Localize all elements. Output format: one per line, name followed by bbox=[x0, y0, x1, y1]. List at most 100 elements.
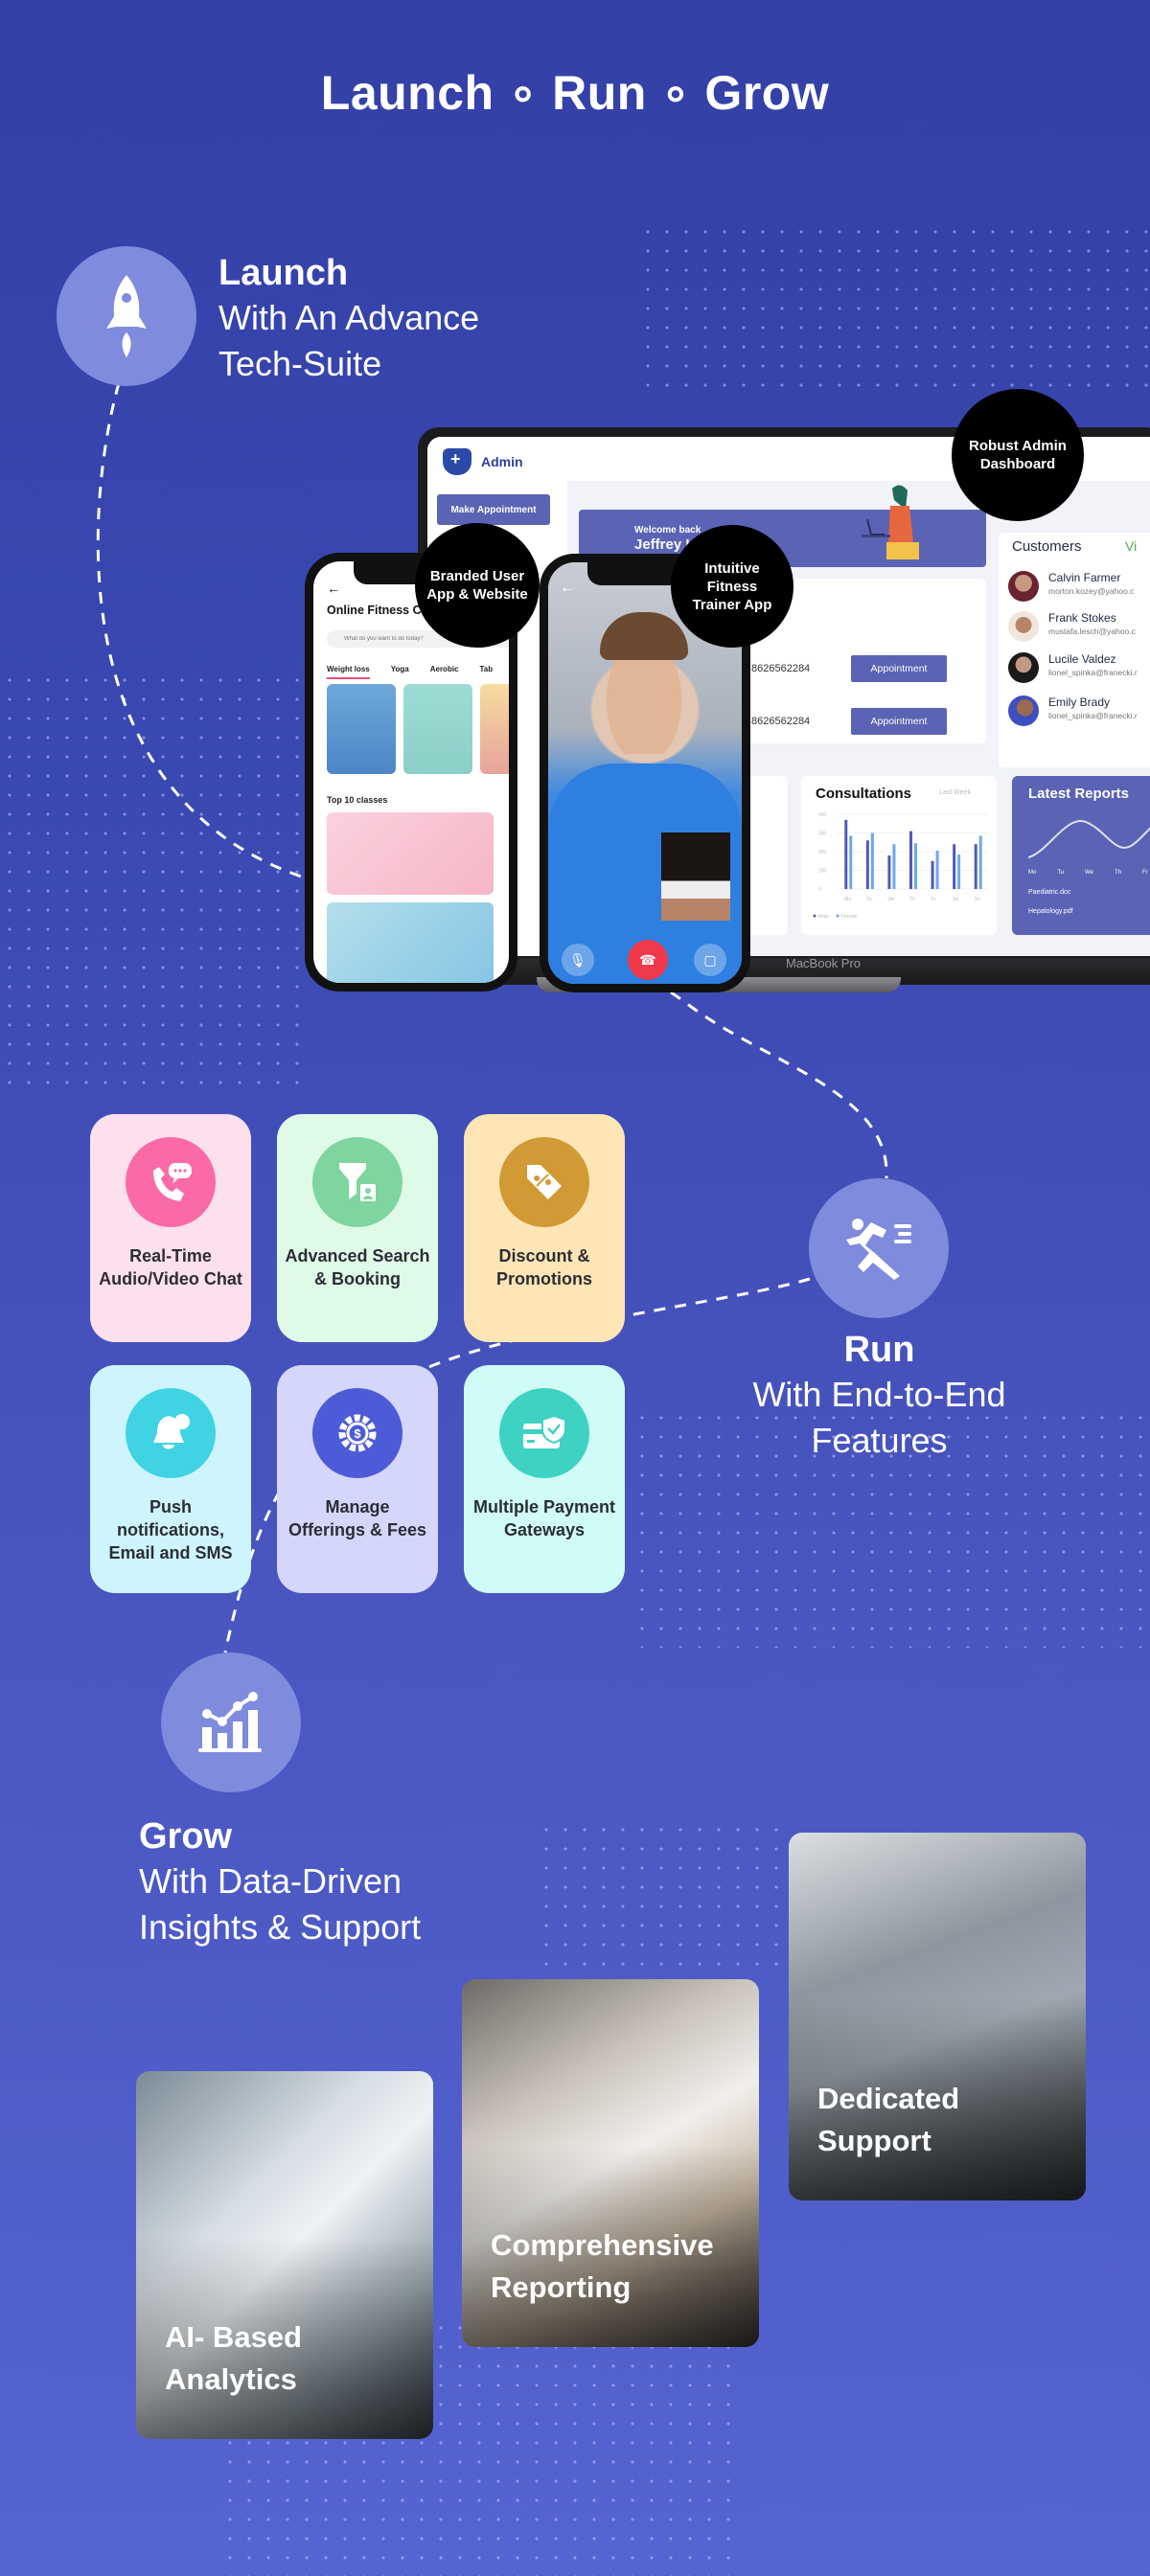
reports-title: Latest Reports bbox=[1028, 786, 1130, 802]
grow-heading: Grow With Data-Driven Insights & Support bbox=[139, 1814, 421, 1950]
tab-weight-loss[interactable]: Weight loss bbox=[327, 665, 370, 679]
reports-day-axis: Mo Tu We Th Fr bbox=[1028, 870, 1148, 876]
run-subtitle-2: Features bbox=[811, 1421, 948, 1460]
card-label: AI- Based Analytics bbox=[165, 2320, 302, 2396]
bar-male bbox=[865, 840, 869, 889]
growth-chart-icon bbox=[198, 1692, 262, 1752]
grow-subtitle-2: Insights & Support bbox=[139, 1907, 422, 1947]
admin-brand: Admin bbox=[481, 454, 523, 469]
user-app-title: Online Fitness Co bbox=[327, 604, 429, 617]
day-label: Fr bbox=[1142, 870, 1148, 876]
consultations-chart: 0 100 200 300 400 Mo Tu We Th Fr Sa Su Male Female bbox=[813, 812, 989, 920]
appointment-button[interactable]: Appointment bbox=[851, 708, 947, 735]
end-call-button[interactable]: ☎ bbox=[628, 940, 668, 980]
tab-more[interactable]: Tab bbox=[480, 665, 494, 679]
svg-text:$: $ bbox=[354, 1426, 361, 1441]
avatar bbox=[1008, 652, 1039, 683]
tab-aerobic[interactable]: Aerobic bbox=[430, 665, 459, 679]
bar-female bbox=[849, 835, 853, 889]
consultations-filter[interactable]: Last Week bbox=[939, 789, 971, 796]
customer-name: Calvin Farmer bbox=[1048, 571, 1121, 584]
bar-female bbox=[957, 854, 961, 889]
feature-card[interactable]: $ Manage Offerings & Fees bbox=[277, 1365, 438, 1593]
self-view-thumbnail[interactable] bbox=[661, 832, 730, 921]
customer-email: lionel_spinka@franecki.r bbox=[1048, 668, 1138, 677]
x-tick-label: Fr bbox=[932, 897, 936, 902]
bell-icon bbox=[126, 1388, 216, 1478]
report-file: Paediatric.doc bbox=[1028, 889, 1071, 896]
x-tick-label: Sa bbox=[953, 897, 958, 902]
feature-label: Real-Time Audio/Video Chat bbox=[99, 1246, 242, 1288]
day-label: Th bbox=[1115, 870, 1122, 876]
customers-panel: Customers Vi Calvin Farmer morton.kozey@… bbox=[999, 533, 1150, 767]
run-heading: Run With End-to-End Features bbox=[709, 1328, 1049, 1464]
feature-label: Push notifications, Email and SMS bbox=[108, 1497, 233, 1562]
customer-name: Lucile Valdez bbox=[1048, 652, 1116, 666]
customer-email: lionel_spinka@franecki.r bbox=[1048, 711, 1138, 720]
medical-hand-icon bbox=[443, 448, 472, 475]
day-label: Tu bbox=[1057, 870, 1065, 876]
customer-email: mustafa.lesch@yahoo.c bbox=[1048, 627, 1136, 636]
device-label: MacBook Pro bbox=[786, 956, 862, 970]
card-shield-icon bbox=[499, 1388, 589, 1478]
ai-analytics-card[interactable]: AI- Based Analytics bbox=[136, 2071, 433, 2439]
view-all-link[interactable]: Vi bbox=[1125, 538, 1137, 554]
section-title: Top 10 classes bbox=[327, 795, 388, 805]
y-tick-label: 400 bbox=[818, 812, 827, 818]
bar-female bbox=[892, 844, 896, 889]
bar-female bbox=[870, 832, 874, 889]
class-card[interactable] bbox=[480, 684, 509, 774]
class-card[interactable] bbox=[403, 684, 472, 774]
trainer-app-badge: Intuitive Fitness Trainer App bbox=[671, 525, 794, 648]
admin-logo: Admin bbox=[443, 448, 523, 475]
launch-subtitle-2: Tech-Suite bbox=[218, 344, 382, 383]
reports-trend-line bbox=[1028, 819, 1150, 858]
grow-subtitle-1: With Data-Driven bbox=[139, 1861, 402, 1901]
page-title: Launch ∘ Run ∘ Grow bbox=[320, 66, 830, 120]
launch-subtitle-1: With An Advance bbox=[218, 298, 480, 337]
tab-yoga[interactable]: Yoga bbox=[391, 665, 409, 679]
running-person-icon bbox=[846, 1219, 911, 1280]
mute-mic-button[interactable]: 🎙 bbox=[562, 944, 594, 976]
dedicated-support-card[interactable]: Dedicated Support bbox=[789, 1833, 1086, 2200]
back-arrow-icon[interactable]: ← bbox=[327, 581, 340, 596]
feature-card[interactable]: Real-Time Audio/Video Chat bbox=[90, 1114, 251, 1342]
bar-male bbox=[909, 831, 912, 889]
reporting-card[interactable]: Comprehensive Reporting bbox=[462, 1979, 759, 2347]
admin-dashboard-badge: Robust Admin Dashboard bbox=[952, 389, 1084, 521]
category-tabs: Weight loss Yoga Aerobic Tab bbox=[327, 665, 493, 679]
card-label: Comprehensive Reporting bbox=[491, 2228, 714, 2304]
feature-card[interactable]: Multiple Payment Gateways bbox=[464, 1365, 625, 1593]
feature-card[interactable]: Push notifications, Email and SMS bbox=[90, 1365, 251, 1593]
latest-reports-panel: Latest Reports Mo Tu We Th Fr Paediatric.doc… bbox=[1012, 776, 1150, 935]
feature-card[interactable]: Advanced Search & Booking bbox=[277, 1114, 438, 1342]
back-arrow-icon[interactable]: ← bbox=[560, 580, 575, 597]
class-card[interactable] bbox=[327, 684, 396, 774]
run-title: Run bbox=[843, 1330, 915, 1370]
y-tick-label: 0 bbox=[818, 887, 821, 893]
feature-card[interactable]: Discount & Promotions bbox=[464, 1114, 625, 1342]
launch-stage-circle bbox=[57, 246, 196, 386]
feature-label: Manage Offerings & Fees bbox=[288, 1497, 427, 1539]
customer-name: Emily Brady bbox=[1048, 695, 1111, 709]
customer-name: Frank Stokes bbox=[1048, 611, 1116, 625]
day-label: We bbox=[1085, 870, 1094, 876]
appointment-button[interactable]: Appointment bbox=[851, 655, 947, 682]
class-banner[interactable] bbox=[327, 812, 494, 895]
rocket-icon bbox=[106, 275, 147, 357]
avatar bbox=[1008, 571, 1039, 602]
make-appointment-button[interactable]: Make Appointment bbox=[437, 494, 550, 525]
bar-female bbox=[935, 851, 939, 889]
consultations-title: Consultations bbox=[816, 786, 911, 802]
x-tick-label: Mo bbox=[844, 897, 851, 902]
report-file: Hepatology.pdf bbox=[1028, 908, 1073, 915]
appointment-phone: 8626562284 bbox=[751, 716, 811, 727]
x-tick-label: Su bbox=[975, 897, 980, 902]
legend-label: Male bbox=[818, 914, 829, 920]
x-tick-label: Th bbox=[909, 897, 915, 902]
run-stage-circle bbox=[809, 1178, 949, 1318]
class-banner[interactable] bbox=[327, 902, 494, 983]
consultations-panel: Consultations Last Week 0 100 200 300 400 Mo T… bbox=[801, 776, 997, 935]
video-off-button[interactable]: ▢ bbox=[694, 944, 726, 976]
feature-label: Advanced Search & Booking bbox=[285, 1246, 430, 1288]
